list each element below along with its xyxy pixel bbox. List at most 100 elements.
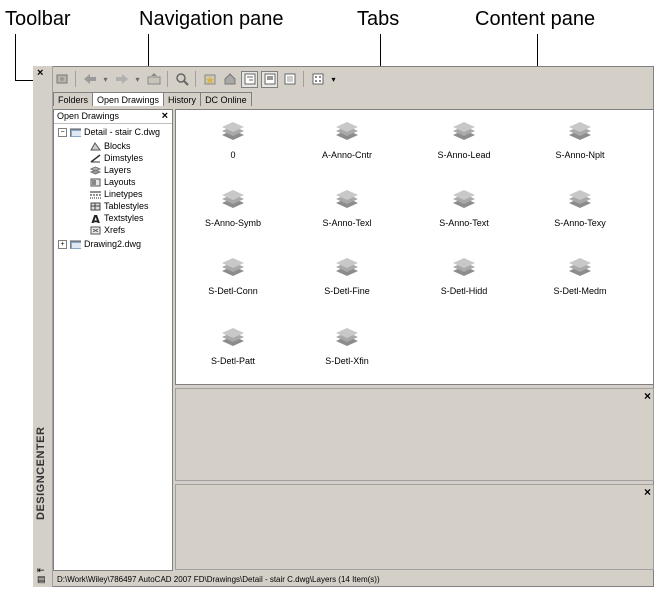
tree-item-layouts[interactable]: Layouts — [90, 177, 136, 187]
callout-toolbar: Toolbar — [5, 8, 71, 30]
blocks-icon — [90, 141, 101, 150]
tree-label-drawing2: Drawing2.dwg — [84, 239, 142, 249]
description-icon[interactable] — [281, 71, 298, 88]
tree-item-tablestyles[interactable]: Tablestyles — [90, 201, 149, 211]
layer-icon — [222, 122, 244, 140]
description-panel: × — [175, 484, 654, 570]
toolbar-separator — [195, 71, 196, 87]
tab-history[interactable]: History — [163, 92, 202, 106]
preview-icon[interactable] — [261, 70, 278, 88]
tree-label-textstyles: Textstyles — [104, 213, 144, 223]
back-dropdown-icon[interactable]: ▾ — [101, 71, 110, 88]
layer-name: S-Detl-Xfin — [325, 356, 369, 366]
designcenter-properties-icon[interactable]: ⇤ ▤ — [37, 566, 46, 584]
layer-name: S-Detl-Medm — [553, 286, 607, 296]
tab-folders[interactable]: Folders — [53, 92, 94, 106]
xrefs-icon — [90, 226, 101, 234]
navigation-pane-close-icon[interactable]: × — [162, 110, 168, 123]
tree-label-xrefs: Xrefs — [104, 225, 126, 235]
tree-label-linetypes: Linetypes — [104, 189, 143, 199]
load-icon[interactable] — [53, 71, 70, 88]
tree-label-blocks: Blocks — [104, 141, 131, 151]
layouts-icon — [90, 178, 101, 186]
layer-item[interactable]: 0 — [178, 120, 288, 160]
layer-name: S-Detl-Patt — [210, 356, 255, 366]
layer-item[interactable]: S-Detl-Hidd — [409, 256, 519, 296]
description-panel-close-icon[interactable]: × — [644, 485, 651, 499]
tree-item-drawing[interactable]: − Detail - stair C.dwg — [58, 127, 160, 137]
tree-item-xrefs[interactable]: Xrefs — [90, 225, 125, 235]
layers-icon — [90, 165, 101, 175]
tab-dc-online[interactable]: DC Online — [200, 92, 252, 106]
layer-item[interactable]: S-Anno-Symb — [178, 188, 288, 228]
toolbar-separator — [167, 71, 168, 87]
preview-panel-close-icon[interactable]: × — [644, 389, 651, 403]
layer-icon — [569, 122, 591, 140]
layer-icon — [453, 258, 475, 276]
home-icon[interactable] — [221, 71, 238, 88]
back-icon[interactable] — [81, 71, 98, 88]
preview-panel: × — [175, 388, 654, 481]
tree-item-layers[interactable]: Layers — [90, 165, 131, 175]
tree-label-tablestyles: Tablestyles — [104, 201, 149, 211]
linetypes-icon — [90, 191, 101, 198]
callout-tabs: Tabs — [357, 8, 400, 30]
tab-open-drawings[interactable]: Open Drawings — [92, 92, 165, 106]
layer-item[interactable]: S-Anno-Texy — [525, 188, 635, 228]
layer-item[interactable]: S-Anno-Texl — [292, 188, 402, 228]
layer-name: S-Anno-Texy — [554, 218, 606, 228]
search-icon[interactable] — [173, 71, 190, 88]
svg-text:A: A — [91, 214, 101, 223]
layer-name: S-Detl-Hidd — [440, 286, 488, 296]
up-folder-icon[interactable] — [145, 71, 162, 88]
navigation-pane-title: Open Drawings — [57, 111, 120, 121]
collapse-icon[interactable]: − — [58, 127, 67, 137]
tree-item-drawing2[interactable]: + Drawing2.dwg — [58, 239, 141, 249]
layer-icon — [569, 190, 591, 208]
layer-item[interactable]: S-Detl-Conn — [178, 256, 288, 296]
layer-icon — [336, 122, 358, 140]
favorites-icon[interactable] — [201, 71, 218, 88]
forward-icon[interactable] — [113, 71, 130, 88]
drawing-file-icon — [70, 240, 81, 249]
layer-item[interactable]: S-Detl-Patt — [178, 326, 288, 366]
forward-dropdown-icon[interactable]: ▾ — [133, 71, 142, 88]
callout-content-pane: Content pane — [475, 8, 596, 30]
layer-icon — [222, 190, 244, 208]
toolbar-separator — [75, 71, 76, 87]
toolbar-separator — [303, 71, 304, 87]
tree-item-textstyles[interactable]: A Textstyles — [90, 213, 144, 223]
layer-icon — [569, 258, 591, 276]
tab-bar: Folders Open Drawings History DC Online — [53, 92, 252, 106]
textstyles-icon: A — [91, 214, 101, 223]
layer-item[interactable]: S-Detl-Fine — [292, 256, 402, 296]
designcenter-close-icon[interactable]: × — [37, 67, 43, 79]
dimstyles-icon — [90, 153, 101, 163]
navigation-pane-header: Open Drawings × — [54, 110, 172, 124]
layer-item[interactable]: S-Detl-Xfin — [292, 326, 402, 366]
tree-label-drawing: Detail - stair C.dwg — [84, 127, 161, 137]
layer-item[interactable]: S-Anno-Lead — [409, 120, 519, 160]
tree-item-blocks[interactable]: Blocks — [90, 141, 131, 151]
callout-navigation-pane: Navigation pane — [139, 8, 284, 30]
tree-view-toggle-icon[interactable] — [241, 70, 258, 88]
layer-item[interactable]: S-Anno-Nplt — [525, 120, 635, 160]
views-icon[interactable] — [309, 71, 326, 88]
layer-item[interactable]: A-Anno-Cntr — [292, 120, 402, 160]
layer-name: S-Detl-Conn — [208, 286, 258, 296]
layer-name: S-Detl-Fine — [324, 286, 370, 296]
expand-icon[interactable]: + — [58, 239, 67, 249]
layer-item[interactable]: S-Detl-Medm — [525, 256, 635, 296]
layer-icon — [453, 190, 475, 208]
layer-item[interactable]: S-Anno-Text — [409, 188, 519, 228]
tree-label-layouts: Layouts — [104, 177, 136, 187]
tablestyles-icon — [90, 202, 101, 210]
views-dropdown-icon[interactable]: ▾ — [329, 71, 338, 88]
layer-icon — [336, 190, 358, 208]
callout-line-toolbar-v — [15, 34, 16, 81]
layer-name: S-Anno-Nplt — [555, 150, 605, 160]
toolbar: ▾ ▾ ▾ — [53, 68, 338, 90]
tree-item-dimstyles[interactable]: Dimstyles — [90, 153, 143, 163]
tree-item-linetypes[interactable]: Linetypes — [90, 189, 143, 199]
tree-label-dimstyles: Dimstyles — [104, 153, 144, 163]
